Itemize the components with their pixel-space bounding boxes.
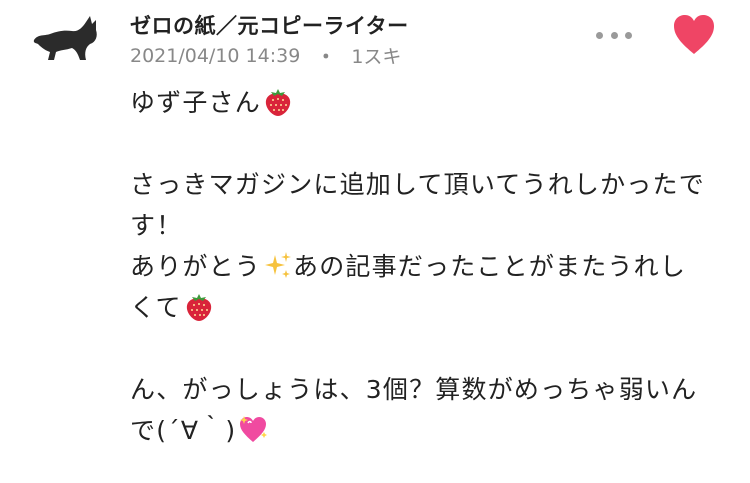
body-text-continued: あの記事だったことがまたうれし: [293, 252, 687, 281]
strawberry-emoji: [265, 89, 291, 116]
sparkles-emoji: [265, 252, 292, 278]
body-line: さっきマガジンに追加して頂いてうれしかったで: [130, 170, 705, 199]
greeting-text: ゆず子さん: [130, 88, 262, 117]
body-line: で(´∀｀): [130, 410, 740, 451]
author-name[interactable]: ゼロの紙／元コピーライター: [130, 10, 409, 40]
body-line: す！: [130, 211, 183, 240]
dot: [625, 31, 632, 39]
body-line: ゆず子さん: [130, 82, 740, 123]
heart-icon[interactable]: [672, 14, 716, 56]
strawberry-emoji: [186, 294, 211, 321]
body-line: ん、がっしょうは、3個？算数がめっちゃ弱いん: [130, 375, 698, 404]
dot: [596, 31, 603, 39]
thanks-text: ありがとう: [130, 252, 262, 281]
body-line: くて: [130, 287, 740, 328]
timestamp: 2021/04/10 14:39: [130, 44, 301, 67]
likes-count[interactable]: 1スキ: [351, 42, 401, 69]
dot: [610, 31, 618, 39]
more-dots-icon[interactable]: [596, 26, 632, 44]
sparkling-heart-emoji: [240, 416, 268, 442]
comment-meta: 2021/04/10 14:39 ・ 1スキ: [130, 42, 401, 69]
meta-separator: ・: [316, 46, 336, 68]
body-text: くて: [130, 293, 182, 322]
black-cat-icon[interactable]: [30, 14, 102, 64]
comment-body: ゆず子さん さっきマガジンに追加して頂いてうれしかったで す！ ありがとう あの…: [130, 82, 740, 451]
body-text: で(´∀｀): [130, 416, 237, 445]
comment-card: ゼロの紙／元コピーライター 2021/04/10 14:39 ・ 1スキ ゆず子…: [0, 0, 750, 483]
body-line: ありがとう あの記事だったことがまたうれし: [130, 246, 740, 287]
